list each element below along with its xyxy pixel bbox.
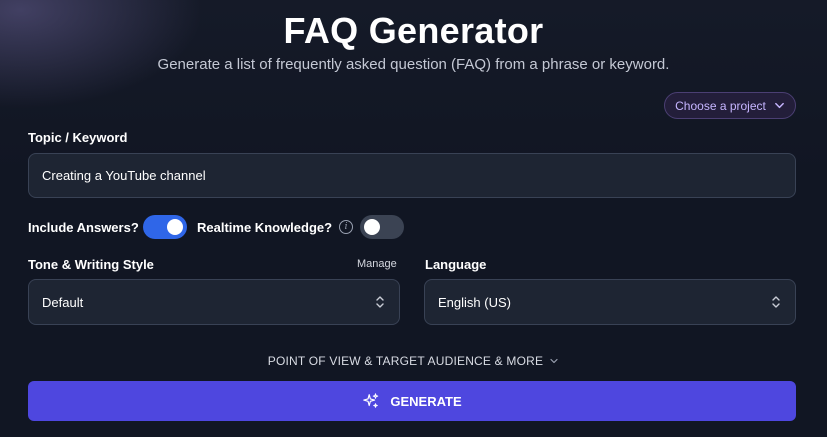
realtime-knowledge-row: Realtime Knowledge? i <box>197 215 405 239</box>
language-select[interactable]: English (US) <box>424 279 796 325</box>
generate-label: GENERATE <box>390 393 462 409</box>
info-icon-glyph: i <box>344 222 348 232</box>
tone-label: Tone & Writing Style <box>28 257 154 272</box>
language-label: Language <box>425 257 487 272</box>
chevron-down-icon <box>550 358 558 364</box>
topic-input[interactable]: Creating a YouTube channel <box>28 153 796 198</box>
include-answers-row: Include Answers? <box>28 215 187 239</box>
tone-select-value: Default <box>42 294 84 310</box>
chevron-up-down-icon <box>772 296 780 308</box>
sparkles-icon <box>363 393 379 408</box>
manage-link[interactable]: Manage <box>357 258 397 270</box>
info-icon[interactable]: i <box>339 220 354 234</box>
faq-generator-page: FAQ Generator Generate a list of frequen… <box>0 0 827 437</box>
language-select-value: English (US) <box>438 294 511 310</box>
include-answers-toggle[interactable] <box>142 215 187 239</box>
more-options-toggle[interactable]: POINT OF VIEW & TARGET AUDIENCE & MORE <box>0 354 827 368</box>
toggle-knob <box>364 219 381 235</box>
more-options-label: POINT OF VIEW & TARGET AUDIENCE & MORE <box>267 354 544 368</box>
chevron-down-icon <box>774 102 784 109</box>
chevron-up-down-icon <box>376 296 384 308</box>
topic-label: Topic / Keyword <box>28 130 128 145</box>
choose-project-button[interactable]: Choose a project <box>664 92 796 119</box>
toggle-knob <box>166 219 183 235</box>
page-title: FAQ Generator <box>283 10 544 51</box>
choose-project-label: Choose a project <box>675 98 766 113</box>
realtime-knowledge-toggle[interactable] <box>360 215 405 239</box>
topic-input-value: Creating a YouTube channel <box>42 168 206 183</box>
tone-select[interactable]: Default <box>28 279 400 325</box>
include-answers-label: Include Answers? <box>28 219 139 235</box>
realtime-knowledge-label: Realtime Knowledge? <box>197 219 333 235</box>
page-subtitle: Generate a list of frequently asked ques… <box>157 56 670 73</box>
generate-button[interactable]: GENERATE <box>28 381 796 421</box>
